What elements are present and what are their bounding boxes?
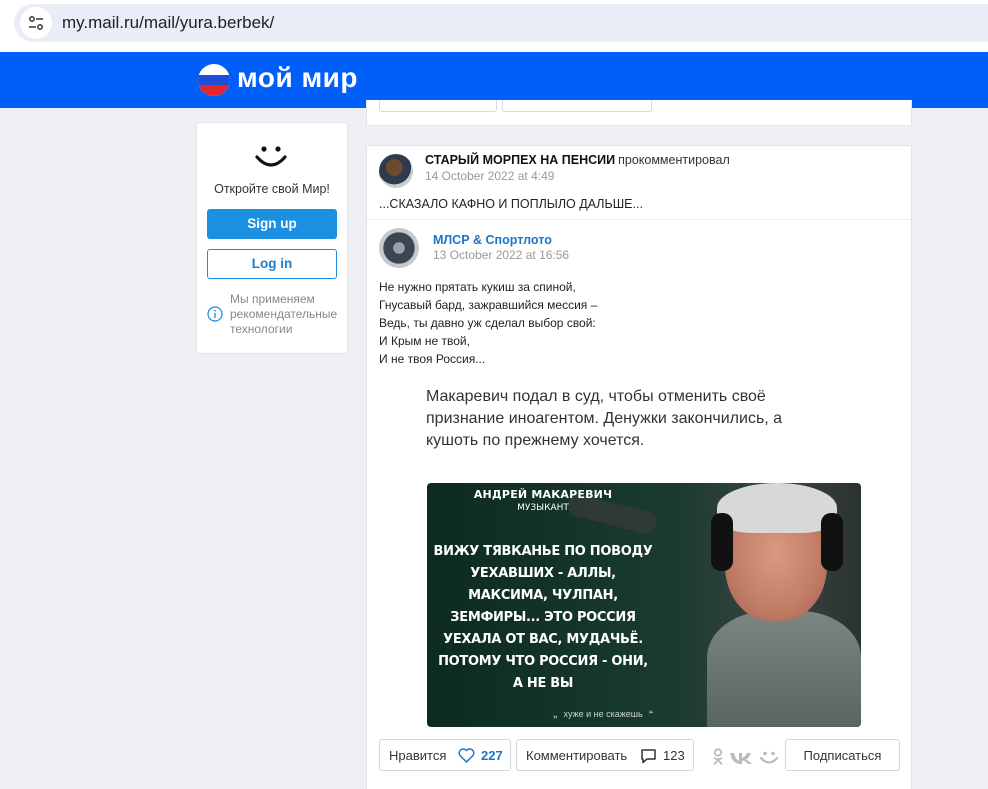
meme-quote-line: ВИЖУ ТЯВКАНЬЕ ПО ПОВОДУ (433, 544, 653, 559)
like-count: 227 (481, 748, 503, 763)
post-caption: Макаревич подал в суд, чтобы отменить св… (426, 388, 783, 449)
login-button[interactable]: Log in (207, 249, 337, 279)
meme-quote-line: ЗЕМФИРЫ... ЭТО РОССИЯ (450, 610, 636, 625)
like-label: Нравится (389, 748, 447, 763)
person-illustration (707, 483, 861, 727)
commenter-name-line: СТАРЫЙ МОРПЕХ НА ПЕНСИИ прокомментировал (425, 153, 730, 167)
follow-label: Подписаться (803, 748, 882, 763)
signup-button[interactable]: Sign up (207, 209, 337, 239)
widget-title: Откройте свой Мир! (214, 182, 330, 196)
odnoklassniki-icon[interactable] (711, 748, 725, 766)
post-poem: Не нужно прятать кукиш за спиной, Гнусав… (379, 278, 597, 368)
previous-comment-button[interactable] (502, 100, 652, 112)
commenter-action: прокомментировал (618, 153, 730, 167)
moi-mir-smile-icon[interactable] (759, 750, 779, 766)
logo-flag-icon[interactable] (198, 64, 230, 96)
feed-post: СТАРЫЙ МОРПЕХ НА ПЕНСИИ прокомментировал … (366, 145, 912, 789)
meme-footer: „ хуже и не скажешь “ (553, 709, 654, 719)
url-text[interactable]: my.mail.ru/mail/yura.berbek/ (62, 13, 274, 33)
like-button[interactable]: Нравится 227 (379, 739, 511, 771)
previous-post-stub (366, 100, 912, 126)
poem-line: Ведь, ты давно уж сделал выбор свой: (379, 316, 596, 330)
comment-text: ...СКАЗАЛО КАФНО И ПОПЛЫЛО ДАЛЬШЕ... (379, 197, 643, 211)
commenter-avatar[interactable] (379, 154, 413, 188)
smile-logo-icon (255, 146, 287, 167)
meme-quote-line: А НЕ ВЫ (512, 676, 574, 691)
meme-quote-line: МАКСИМА, ЧУЛПАН, (468, 588, 618, 603)
previous-like-button[interactable] (379, 100, 497, 112)
commenter-name[interactable]: СТАРЫЙ МОРПЕХ НА ПЕНСИИ (425, 153, 615, 167)
signup-widget: Откройте свой Мир! Sign up Log in Мы при… (196, 122, 348, 354)
meme-quote-line: УЕХАВШИХ - АЛЛЫ, (470, 566, 616, 581)
poem-line: И Крым не твой, (379, 334, 470, 348)
divider (367, 219, 911, 220)
comment-button[interactable]: Комментировать 123 (516, 739, 694, 771)
post-date[interactable]: 13 October 2022 at 16:56 (433, 248, 569, 262)
recommendation-note: Мы применяем рекомендательные технологии (230, 292, 338, 336)
poem-line: Не нужно прятать кукиш за спиной, (379, 280, 576, 294)
address-bar[interactable]: my.mail.ru/mail/yura.berbek/ (14, 4, 988, 42)
site-info-icon[interactable] (20, 7, 52, 39)
vk-icon[interactable] (729, 751, 753, 765)
meme-quote-line: ПОТОМУ ЧТО РОССИЯ - ОНИ, (438, 654, 648, 669)
logo-text[interactable]: мой мир (237, 62, 358, 94)
info-icon (207, 306, 223, 322)
author-avatar[interactable] (379, 228, 419, 268)
heart-icon (458, 748, 475, 763)
meme-quote-line: УЕХАЛА ОТ ВАС, МУДАЧЬЁ. (443, 632, 643, 647)
comment-label: Комментировать (526, 748, 628, 763)
browser-toolbar: my.mail.ru/mail/yura.berbek/ (0, 0, 988, 52)
poem-line: И не твоя Россия... (379, 352, 486, 366)
meme-person-role: МУЗЫКАНТ (517, 503, 569, 513)
comment-bubble-icon (641, 749, 656, 764)
poem-line: Гнусавый бард, зажравшийся мессия – (379, 298, 598, 312)
meme-footer-text: хуже и не скажешь (563, 709, 643, 719)
comment-count: 123 (663, 748, 685, 763)
follow-button[interactable]: Подписаться (785, 739, 900, 771)
author-name[interactable]: МЛСР & Спортлото (433, 233, 552, 247)
post-image[interactable]: АНДРЕЙ МАКАРЕВИЧ МУЗЫКАНТ ВИЖУ ТЯВКАНЬЕ … (427, 483, 861, 727)
meme-person-name: АНДРЕЙ МАКАРЕВИЧ (473, 488, 613, 501)
meme-quote: ВИЖУ ТЯВКАНЬЕ ПО ПОВОДУ УЕХАВШИХ - АЛЛЫ,… (427, 541, 659, 695)
comment-date[interactable]: 14 October 2022 at 4:49 (425, 169, 554, 183)
meme-header: АНДРЕЙ МАКАРЕВИЧ МУЗЫКАНТ (427, 488, 659, 513)
